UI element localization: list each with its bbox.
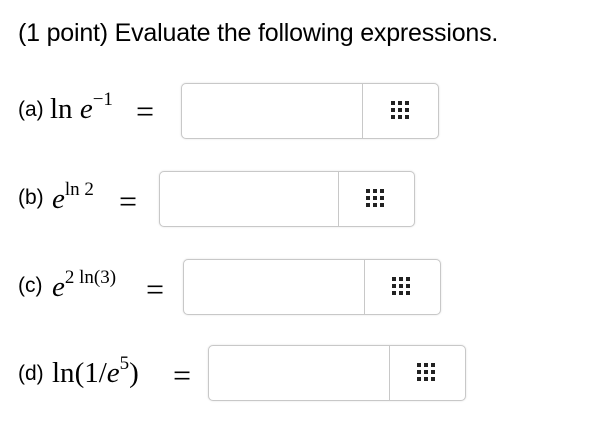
problem-c-label: (c) (18, 274, 43, 297)
equals-sign: = (173, 357, 192, 393)
grid-icon[interactable] (366, 189, 385, 207)
answer-d-field (208, 345, 466, 401)
problem-title: (1 point) Evaluate the following express… (18, 19, 499, 47)
answer-d-input[interactable] (209, 346, 389, 400)
answer-b-input[interactable] (160, 172, 338, 226)
field-divider (338, 172, 339, 226)
answer-b-field (159, 171, 415, 227)
problem-b-label: (b) (18, 186, 44, 209)
field-divider (389, 346, 390, 400)
grid-icon[interactable] (392, 277, 411, 295)
field-divider (364, 260, 365, 314)
problem-a-row: (a) ln e−1 = (18, 83, 448, 139)
answer-c-input[interactable] (184, 260, 364, 314)
problem-a-label: (a) (18, 98, 44, 121)
problem-d-row: (d) ln(1/e5) = (18, 345, 468, 401)
answer-a-input[interactable] (182, 84, 362, 138)
equals-sign: = (119, 183, 138, 219)
answer-a-field (181, 83, 439, 139)
grid-icon[interactable] (417, 363, 436, 381)
field-divider (362, 84, 363, 138)
problem-d-label: (d) (18, 362, 44, 385)
answer-c-field (183, 259, 441, 315)
equals-sign: = (146, 271, 165, 307)
problem-a-expression: ln e−1 (50, 89, 113, 125)
problem-b-expression: eln 2 (52, 179, 94, 215)
problem-c-row: (c) e2 ln(3) = (18, 259, 448, 315)
problem-c-expression: e2 ln(3) (52, 267, 117, 303)
problem-d-expression: ln(1/e5) (52, 353, 139, 389)
equals-sign: = (136, 93, 155, 129)
problem-b-row: (b) eln 2 = (18, 171, 428, 227)
grid-icon[interactable] (391, 101, 410, 119)
